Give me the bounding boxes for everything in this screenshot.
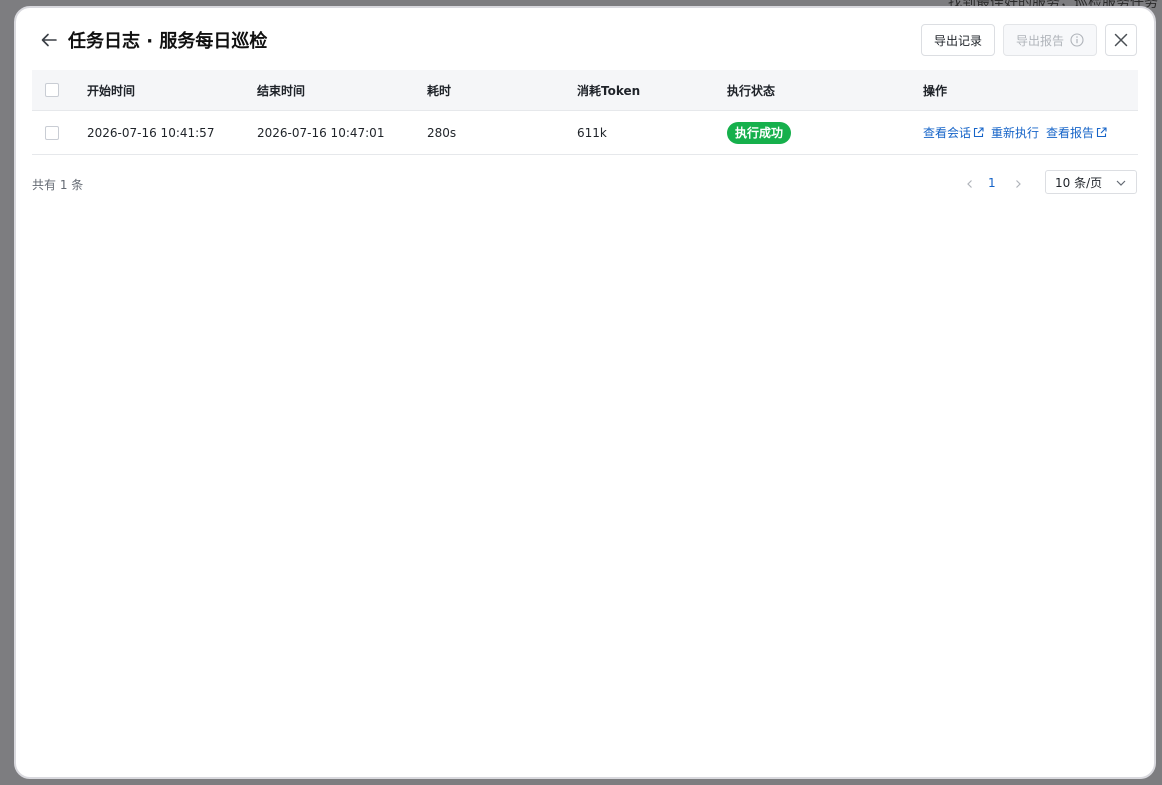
rerun-label: 重新执行 [991,126,1040,140]
column-status: 执行状态 [727,83,776,98]
export-report-label: 导出报告 [1015,33,1064,48]
page-size-select[interactable]: 10 条/页 [1045,170,1137,194]
next-page-button[interactable] [1010,176,1026,192]
actions-cell: 查看会话 重新执行 查看报告 [923,111,1114,154]
close-icon [1114,33,1128,47]
task-log-modal: 任务日志 · 服务每日巡检 导出记录 导出报告 开始时间 结束时间 耗时 消耗T… [14,6,1156,779]
column-tokens: 消耗Token [577,83,641,98]
info-icon [1070,33,1084,47]
view-session-label: 查看会话 [923,126,972,140]
row-select-cell [45,111,59,154]
export-report-button[interactable]: 导出报告 [1003,24,1097,56]
view-session-link[interactable]: 查看会话 [923,124,984,141]
column-actions: 操作 [923,83,948,98]
task-log-table: 开始时间 结束时间 耗时 消耗Token 执行状态 操作 2026-07-16 … [32,70,1138,155]
start-time: 2026-07-16 10:41:57 [87,125,215,140]
prev-page-button[interactable] [962,176,978,192]
pagination-bar: 共有 1 条 1 10 条/页 [32,170,1138,198]
external-link-icon [973,127,984,138]
end-time: 2026-07-16 10:47:01 [257,125,385,140]
column-end-time: 结束时间 [257,83,306,98]
chevron-right-icon [1016,180,1021,188]
column-start-time: 开始时间 [87,83,136,98]
page-number[interactable]: 1 [988,176,996,190]
column-duration: 耗时 [427,83,452,98]
rerun-link[interactable]: 重新执行 [991,124,1039,141]
status-badge: 执行成功 [727,121,792,144]
total-count: 共有 1 条 [32,178,84,192]
page-title: 任务日志 · 服务每日巡检 [68,31,268,52]
table-row: 2026-07-16 10:41:57 2026-07-16 10:47:01 … [32,111,1138,155]
view-report-label: 查看报告 [1046,126,1095,140]
select-all-cell [45,70,59,110]
table-header: 开始时间 结束时间 耗时 消耗Token 执行状态 操作 [32,70,1138,111]
page-size-value: 10 条/页 [1055,175,1103,190]
export-records-button[interactable]: 导出记录 [921,24,995,56]
external-link-icon [1096,127,1107,138]
close-button[interactable] [1105,24,1137,56]
view-report-link[interactable]: 查看报告 [1046,124,1107,141]
export-records-label: 导出记录 [933,33,982,48]
chevron-left-icon [967,180,972,188]
select-all-checkbox[interactable] [45,83,59,97]
back-button[interactable] [38,29,60,51]
tokens-used: 611k [577,125,607,140]
arrow-left-icon [41,33,57,47]
chevron-down-icon [1115,177,1127,189]
modal-header: 任务日志 · 服务每日巡检 导出记录 导出报告 [16,8,1154,72]
row-checkbox[interactable] [45,125,59,140]
status-cell: 执行成功 [727,111,792,154]
duration: 280s [427,125,457,140]
